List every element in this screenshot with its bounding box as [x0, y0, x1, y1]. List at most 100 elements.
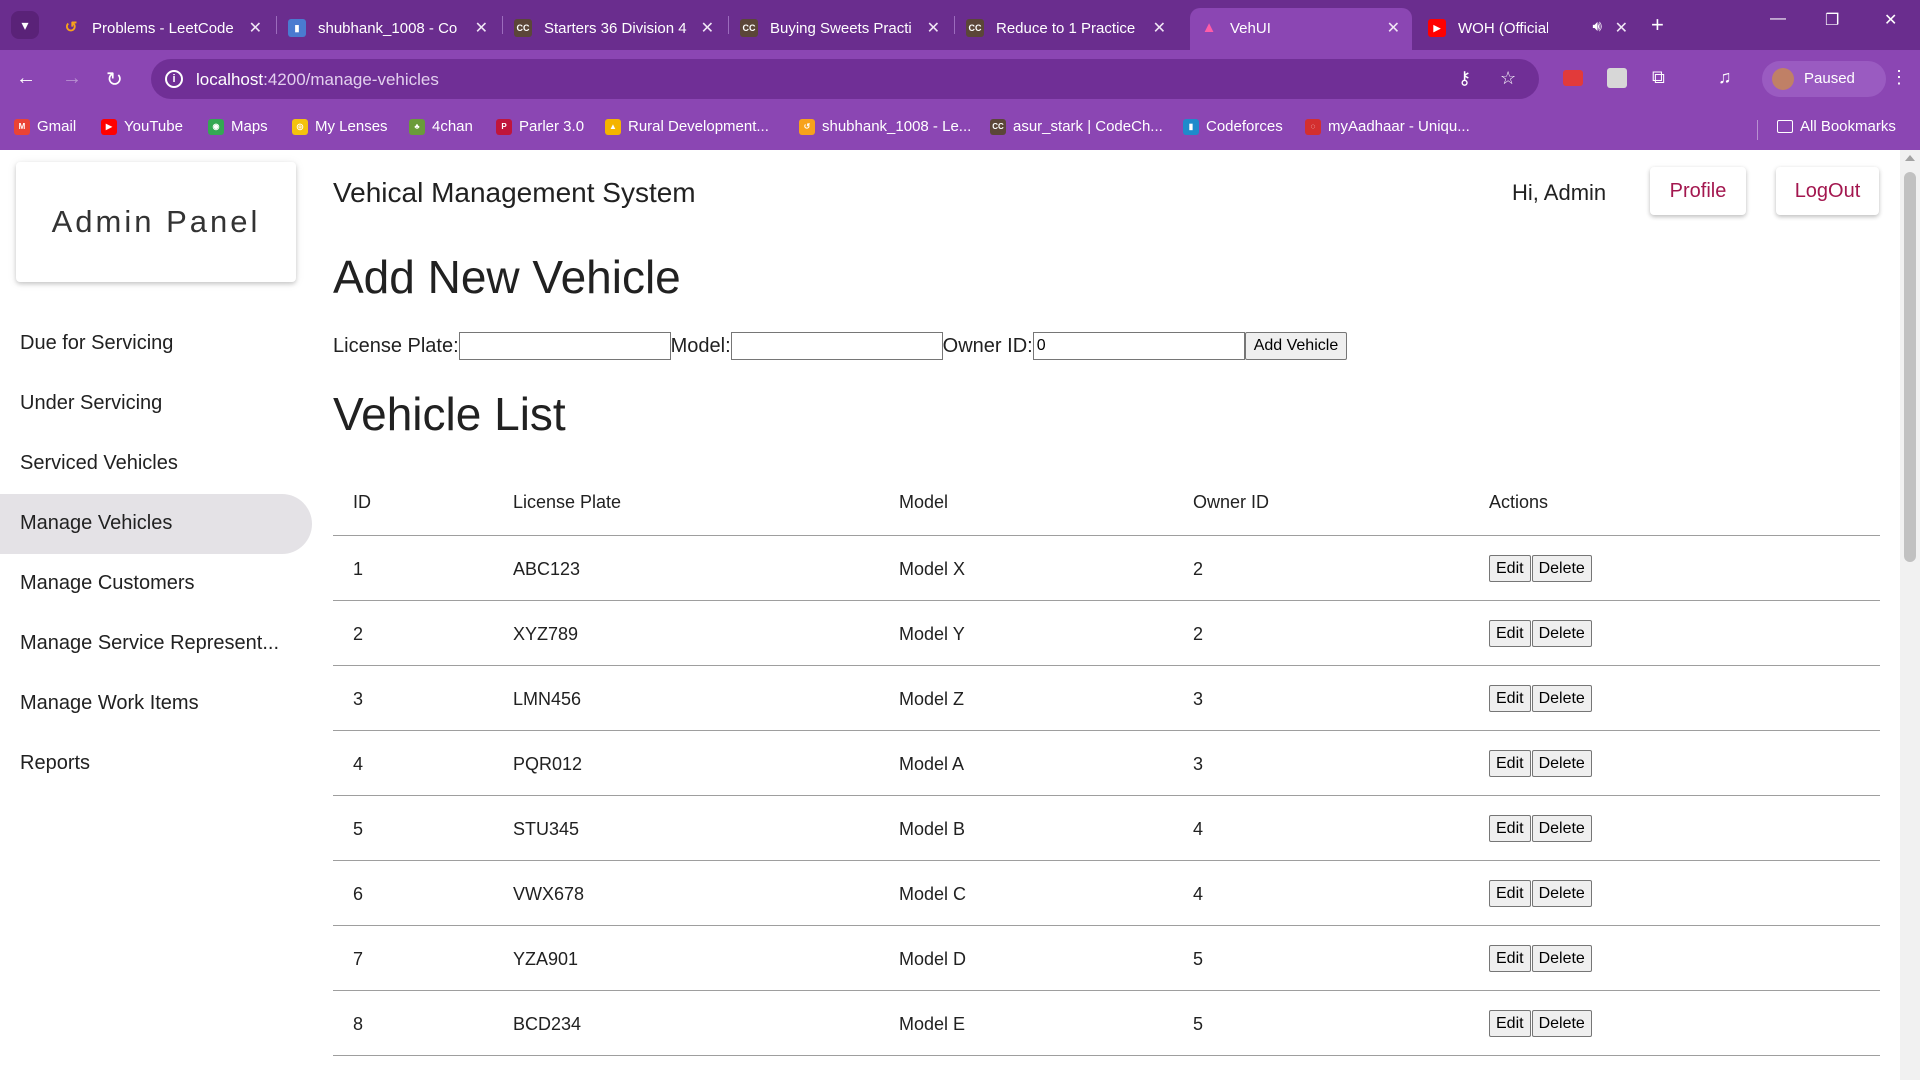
- sidebar-item-label: Due for Servicing: [20, 332, 174, 354]
- close-icon[interactable]: ✕: [701, 18, 714, 38]
- back-arrow-icon[interactable]: ←: [16, 67, 36, 90]
- license-plate-input[interactable]: [458, 332, 671, 360]
- sidebar-item-reports[interactable]: Reports: [0, 734, 312, 794]
- edit-button[interactable]: Edit: [1489, 880, 1531, 907]
- sidebar-item-due-for-servicing[interactable]: Due for Servicing: [0, 314, 312, 374]
- address-url[interactable]: localhost:4200/manage-vehicles: [196, 70, 439, 90]
- delete-button[interactable]: Delete: [1531, 555, 1592, 582]
- password-key-icon[interactable]: ⚷: [1458, 68, 1471, 89]
- sidebar-item-manage-customers[interactable]: Manage Customers: [0, 554, 312, 614]
- restore-icon[interactable]: ❐: [1825, 10, 1839, 30]
- bookmark-label: myAadhaar - Uniqu...: [1328, 118, 1470, 135]
- bookmark-codeforces[interactable]: ▮ Codeforces: [1183, 118, 1283, 135]
- cell-license-plate: LMN456: [513, 689, 582, 709]
- site-info-icon[interactable]: i: [165, 70, 183, 88]
- avatar: [1772, 68, 1794, 90]
- tab-codeforces-profile[interactable]: ▮ shubhank_1008 - Co ✕: [278, 8, 500, 50]
- scrollbar-thumb[interactable]: [1904, 172, 1916, 562]
- close-icon[interactable]: ✕: [249, 18, 262, 38]
- sidebar-item-label: Manage Service Represent...: [20, 632, 280, 654]
- brand-card: Admin Panel: [16, 162, 296, 282]
- close-icon[interactable]: ✕: [475, 18, 488, 38]
- sidebar-item-under-servicing[interactable]: Under Servicing: [0, 374, 312, 434]
- model-label: Model:: [670, 334, 731, 357]
- delete-button[interactable]: Delete: [1531, 945, 1592, 972]
- sidebar-item-serviced-vehicles[interactable]: Serviced Vehicles: [0, 434, 312, 494]
- owner-id-input[interactable]: [1032, 332, 1245, 360]
- table-row: 1 ABC123 Model X 2 Edit Delete: [333, 536, 1880, 601]
- bookmark-codechef-profile[interactable]: CC asur_stark | CodeCh...: [990, 118, 1163, 135]
- bookmark-rural-development[interactable]: ▲ Rural Development...: [605, 118, 769, 135]
- edit-button[interactable]: Edit: [1489, 815, 1531, 842]
- bookmark-youtube[interactable]: ▶ YouTube: [101, 118, 183, 135]
- media-controls-icon[interactable]: ♫: [1718, 67, 1732, 88]
- tab-woh-youtube[interactable]: ▶ WOH (Official Vi 🔊︎ ✕: [1418, 8, 1640, 50]
- sidebar-item-manage-vehicles[interactable]: Manage Vehicles: [0, 494, 312, 554]
- cell-model: Model A: [899, 754, 965, 774]
- menu-kebab-icon[interactable]: ⋮: [1890, 67, 1908, 88]
- delete-button[interactable]: Delete: [1531, 620, 1592, 647]
- reload-icon[interactable]: ↻: [106, 67, 123, 92]
- table-row: 3 LMN456 Model Z 3 Edit Delete: [333, 666, 1880, 731]
- gmail-icon: M: [14, 118, 30, 135]
- table-body: 1 ABC123 Model X 2 Edit Delete 2 XYZ789 Model Y2…: [333, 536, 1880, 1056]
- add-vehicle-button[interactable]: Add Vehicle: [1244, 332, 1348, 360]
- delete-button[interactable]: Delete: [1531, 880, 1592, 907]
- delete-button[interactable]: Delete: [1531, 1010, 1592, 1037]
- close-icon[interactable]: ✕: [1387, 18, 1400, 38]
- window-close-icon[interactable]: ✕: [1884, 10, 1897, 30]
- edit-button[interactable]: Edit: [1489, 620, 1531, 647]
- tab-starters-36[interactable]: CC Starters 36 Division 4 ✕: [504, 8, 726, 50]
- bookmark-leetcode-profile[interactable]: ↺ shubhank_1008 - Le...: [799, 118, 971, 135]
- brand-title: Admin Panel: [51, 204, 261, 239]
- edit-button[interactable]: Edit: [1489, 1010, 1531, 1037]
- bookmark-4chan[interactable]: ♣ 4chan: [409, 118, 473, 135]
- tab-vehui[interactable]: ▲ VehUI ✕: [1190, 8, 1412, 50]
- tab-leetcode[interactable]: ↺ Problems - LeetCode ✕: [52, 8, 274, 50]
- close-icon[interactable]: ✕: [927, 18, 940, 38]
- model-input[interactable]: [730, 332, 943, 360]
- address-bar[interactable]: i localhost:4200/manage-vehicles ⚷ ☆: [151, 59, 1539, 99]
- bookmark-gmail[interactable]: M Gmail: [14, 118, 76, 135]
- tab-reduce-to-1[interactable]: CC Reduce to 1 Practice ✕: [956, 8, 1178, 50]
- tab-buying-sweets[interactable]: CC Buying Sweets Practi ✕: [730, 8, 952, 50]
- cell-owner-id: 4: [1193, 819, 1204, 839]
- table-header: ID License Plate Model Owner ID Actions: [333, 468, 1880, 536]
- edit-button[interactable]: Edit: [1489, 750, 1531, 777]
- profile-button[interactable]: Profile: [1650, 167, 1746, 215]
- close-icon[interactable]: ✕: [1615, 18, 1628, 38]
- bookmark-myaadhaar[interactable]: ◌ myAadhaar - Uniqu...: [1305, 118, 1470, 135]
- edit-button[interactable]: Edit: [1489, 555, 1531, 582]
- minimize-icon[interactable]: —: [1770, 10, 1786, 28]
- extension-red-icon[interactable]: [1563, 70, 1583, 86]
- license-plate-label: License Plate:: [333, 334, 459, 357]
- tab-search-button[interactable]: ▾: [11, 11, 39, 39]
- logout-button[interactable]: LogOut: [1776, 167, 1879, 215]
- sidebar-item-label: Manage Vehicles: [20, 512, 173, 534]
- sidebar-item-manage-service-representatives[interactable]: Manage Service Represent...: [0, 614, 312, 674]
- edit-button[interactable]: Edit: [1489, 945, 1531, 972]
- extension-grey-icon[interactable]: [1607, 68, 1627, 88]
- delete-button[interactable]: Delete: [1531, 815, 1592, 842]
- close-icon[interactable]: ✕: [1153, 18, 1166, 38]
- lens-icon: ◎: [292, 118, 308, 135]
- speaker-icon[interactable]: 🔊︎: [1593, 18, 1602, 35]
- forward-arrow-icon[interactable]: →: [62, 67, 82, 90]
- edit-button[interactable]: Edit: [1489, 685, 1531, 712]
- bookmark-label: Maps: [231, 118, 268, 135]
- bookmark-star-icon[interactable]: ☆: [1500, 68, 1516, 89]
- delete-button[interactable]: Delete: [1531, 750, 1592, 777]
- scroll-up-arrow-icon[interactable]: [1905, 155, 1915, 161]
- new-tab-button[interactable]: +: [1651, 12, 1664, 38]
- extensions-puzzle-icon[interactable]: ⧉: [1652, 67, 1665, 88]
- bookmark-maps[interactable]: ◉ Maps: [208, 118, 268, 135]
- bookmark-my-lenses[interactable]: ◎ My Lenses: [292, 118, 388, 135]
- bookmark-label: Parler 3.0: [519, 118, 585, 135]
- delete-button[interactable]: Delete: [1531, 685, 1592, 712]
- page-scrollbar[interactable]: [1900, 150, 1920, 1080]
- drive-icon: ▲: [605, 118, 621, 135]
- profile-button[interactable]: Paused: [1762, 61, 1886, 97]
- all-bookmarks-button[interactable]: All Bookmarks: [1777, 118, 1896, 135]
- bookmark-parler[interactable]: P Parler 3.0: [496, 118, 584, 135]
- sidebar-item-manage-work-items[interactable]: Manage Work Items: [0, 674, 312, 734]
